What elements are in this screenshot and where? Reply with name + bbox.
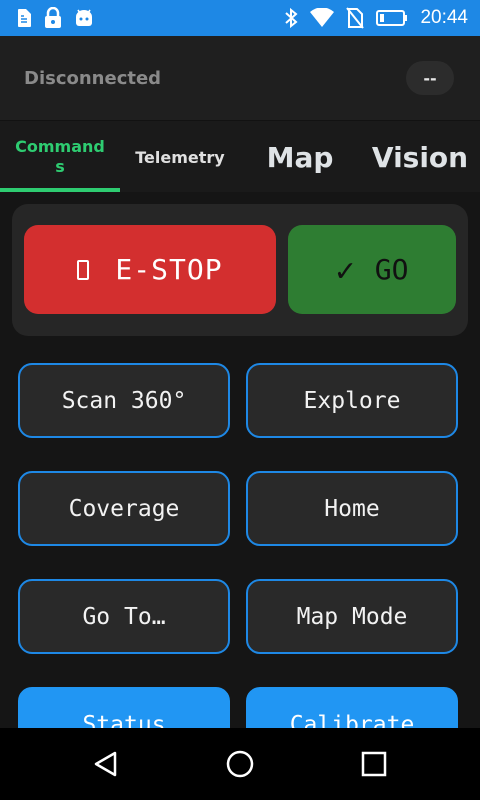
status-bar: 20:44 <box>0 0 480 36</box>
home-button[interactable]: Home <box>246 471 458 546</box>
tab-map-label: Map <box>266 140 334 174</box>
home-circle-icon <box>226 750 254 778</box>
recents-button[interactable] <box>329 728 419 800</box>
estop-label: E-STOP <box>115 253 223 286</box>
home-nav-button[interactable] <box>195 728 285 800</box>
stop-square-icon <box>77 259 90 280</box>
connection-indicator-button[interactable]: -- <box>406 61 454 95</box>
go-button[interactable]: ✓ GO <box>288 225 456 314</box>
tab-vision-label: Vision <box>371 140 469 174</box>
scan-360-button[interactable]: Scan 360° <box>18 363 230 438</box>
estop-button[interactable]: E-STOP <box>24 225 276 314</box>
wifi-icon <box>310 8 335 28</box>
tab-telemetry-label: Telemetry <box>135 147 225 167</box>
battery-icon <box>376 9 408 27</box>
lock-icon <box>44 7 62 29</box>
go-label: GO <box>374 253 409 286</box>
no-sim-icon <box>346 7 365 29</box>
back-triangle-icon <box>94 751 117 777</box>
status-left-icons <box>0 7 94 29</box>
coverage-button[interactable]: Coverage <box>18 471 230 546</box>
android-icon <box>74 8 94 28</box>
connection-header: Disconnected -- <box>0 36 480 120</box>
status-right-icons: 20:44 <box>284 7 480 29</box>
tab-telemetry[interactable]: Telemetry <box>120 121 240 193</box>
bluetooth-icon <box>284 7 298 29</box>
sim-card-icon <box>16 8 32 28</box>
commands-panel[interactable]: E-STOP ✓ GO Scan 360° Explore Coverage H… <box>0 192 480 728</box>
tab-commands-label: Commands <box>15 137 105 176</box>
tab-commands[interactable]: Commands <box>0 121 120 193</box>
back-button[interactable] <box>61 728 151 800</box>
map-mode-button[interactable]: Map Mode <box>246 579 458 654</box>
explore-button[interactable]: Explore <box>246 363 458 438</box>
emergency-controls-card: E-STOP ✓ GO <box>12 204 468 336</box>
tab-bar: Commands Telemetry Map Vision <box>0 120 480 193</box>
status-button[interactable]: Status <box>18 687 230 728</box>
tab-map[interactable]: Map <box>240 121 360 193</box>
status-time: 20:44 <box>420 7 468 28</box>
go-to-button[interactable]: Go To… <box>18 579 230 654</box>
recents-square-icon <box>361 751 387 777</box>
calibrate-button[interactable]: Calibrate <box>246 687 458 728</box>
checkmark-icon: ✓ <box>335 250 355 289</box>
connection-status: Disconnected <box>24 67 162 89</box>
tab-vision[interactable]: Vision <box>360 121 480 193</box>
system-navigation-bar <box>0 728 480 800</box>
